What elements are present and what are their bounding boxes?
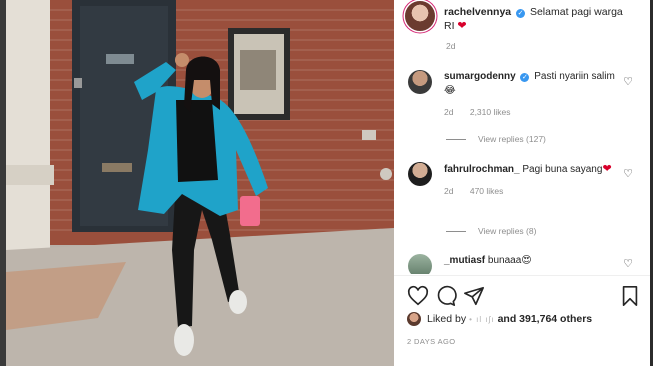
comment-text: bunaaa xyxy=(487,255,522,266)
view-replies-label: View replies (8) xyxy=(478,226,537,236)
comment-item: sumargodenny ✓ Pasti nyariin salim 😂 2d 2… xyxy=(408,70,644,119)
comment-time[interactable]: 2d xyxy=(444,186,453,196)
comment-text: Pasti nyariin salim xyxy=(534,71,615,82)
post-image[interactable] xyxy=(6,0,394,366)
replies-divider-line xyxy=(446,138,466,140)
post-caption: rachelvennya ✓ Selamat pagi warga RI ❤ xyxy=(405,1,641,33)
paper-plane-icon[interactable] xyxy=(463,285,485,307)
comment-likes[interactable]: 470 likes xyxy=(470,186,504,196)
view-replies-button[interactable]: View replies (127) xyxy=(446,134,546,144)
red-heart-emoji-icon: ❤ xyxy=(457,20,467,32)
liker-avatar[interactable] xyxy=(407,312,421,326)
post-date[interactable]: 2 DAYS AGO xyxy=(407,337,455,346)
comment-body: _mutiasf bunaaa😍 xyxy=(444,254,619,274)
caption-body: rachelvennya ✓ Selamat pagi warga RI ❤ xyxy=(444,5,634,33)
red-heart-emoji-icon: ❤ xyxy=(602,163,612,175)
view-replies-button[interactable]: View replies (8) xyxy=(446,226,536,236)
heart-outline-icon[interactable] xyxy=(407,285,429,307)
likes-count[interactable]: and 391,764 others xyxy=(498,313,593,325)
view-replies-label: View replies (127) xyxy=(478,134,546,144)
heart-eyes-emoji-icon: 😍 xyxy=(521,255,532,266)
author-avatar[interactable] xyxy=(405,1,435,31)
commenter-avatar[interactable] xyxy=(408,162,432,186)
replies-divider-line xyxy=(446,230,466,232)
caption-timestamp[interactable]: 2d xyxy=(446,41,455,51)
heart-outline-icon[interactable]: ♡ xyxy=(622,258,634,270)
comment-likes[interactable]: 2,310 likes xyxy=(470,107,511,117)
commenter-avatar[interactable] xyxy=(408,254,432,274)
comment-meta: 2d 2,310 likes xyxy=(444,105,619,119)
comment-username[interactable]: sumargodenny xyxy=(444,71,516,82)
heart-outline-icon[interactable]: ♡ xyxy=(622,76,634,88)
liker-username-blurred[interactable]: • ıl ıʃı xyxy=(469,315,494,324)
post-action-bar xyxy=(407,285,643,307)
comment-time[interactable]: 2d xyxy=(444,107,453,117)
comment-text: Pagi buna sayang xyxy=(522,164,603,175)
comment-username[interactable]: fahrulrochman_ xyxy=(444,164,520,175)
bookmark-icon[interactable] xyxy=(619,285,641,307)
post-photo-illustration xyxy=(6,0,394,366)
caption-username[interactable]: rachelvennya xyxy=(444,6,511,18)
comment-bubble-icon[interactable] xyxy=(435,285,457,307)
comment-meta: 2d 470 likes xyxy=(444,184,619,198)
laughing-emoji-icon: 😂 xyxy=(444,85,456,96)
comment-item: fahrulrochman_ Pagi buna sayang❤ 2d 470 … xyxy=(408,162,644,198)
actions-divider xyxy=(394,275,650,276)
comment-body: sumargodenny ✓ Pasti nyariin salim 😂 2d 2… xyxy=(444,70,619,119)
comment-username[interactable]: _mutiasf xyxy=(444,255,485,266)
liked-by-prefix: Liked by xyxy=(427,313,467,325)
commenter-avatar[interactable] xyxy=(408,70,432,94)
likes-summary: Liked by • ıl ıʃı and 391,764 others xyxy=(407,312,592,326)
verified-badge-icon: ✓ xyxy=(520,73,530,82)
verified-badge-icon: ✓ xyxy=(516,9,526,18)
post-detail-panel: rachelvennya ✓ Selamat pagi warga RI ❤ 2… xyxy=(394,0,650,366)
heart-outline-icon[interactable]: ♡ xyxy=(622,168,634,180)
comment-item: _mutiasf bunaaa😍 ♡ xyxy=(408,254,644,274)
comment-body: fahrulrochman_ Pagi buna sayang❤ 2d 470 … xyxy=(444,162,619,198)
